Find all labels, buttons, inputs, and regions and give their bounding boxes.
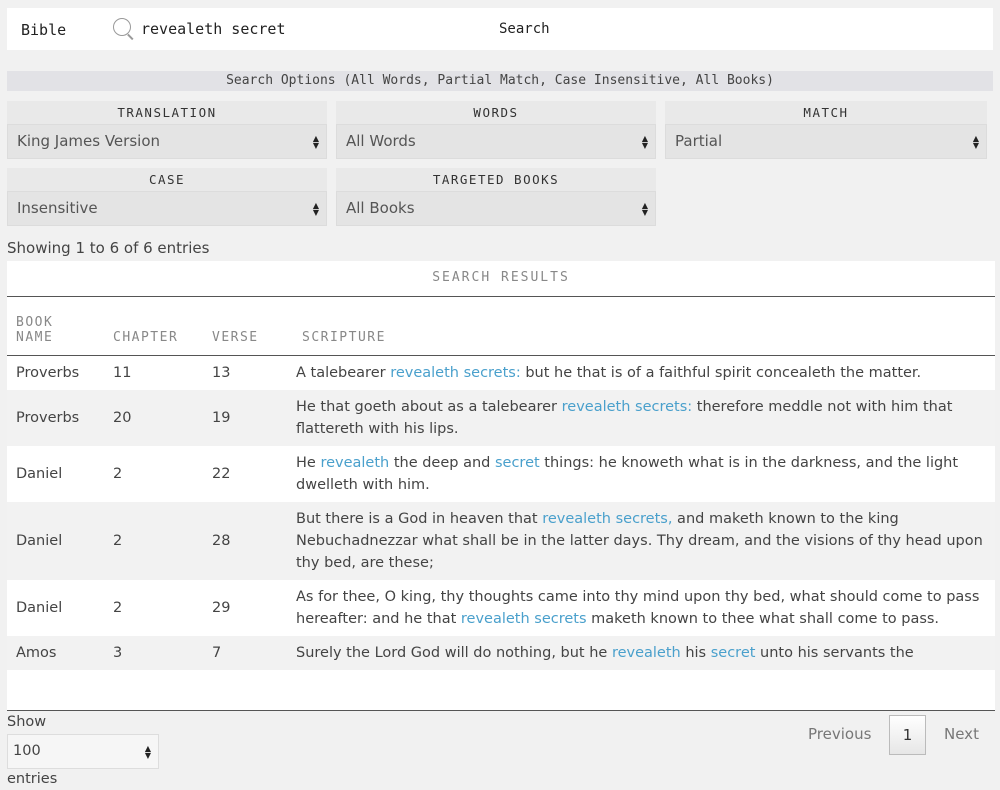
scripture-text: his: [680, 644, 711, 661]
book-cell: Proverbs: [16, 364, 80, 381]
book-cell: Daniel: [16, 599, 63, 616]
verse-cell: 22: [212, 465, 231, 482]
chapter-cell: 11: [113, 364, 132, 381]
page-length-value: 100: [13, 743, 41, 759]
table-row: Daniel 2 29 As for thee, O king, thy though…: [7, 580, 995, 636]
targeted-books-value: All Books: [346, 199, 415, 217]
chapter-cell: 2: [113, 599, 123, 616]
match-select[interactable]: Partial ▲ ▼: [665, 124, 987, 159]
match-label: MATCH: [803, 105, 849, 120]
words-value: All Words: [346, 132, 416, 150]
highlighted-match-link[interactable]: revealeth: [612, 645, 681, 661]
table-row: Proverbs 11 13 A talebearer revealeth secre…: [7, 355, 995, 390]
verse-cell: 29: [212, 599, 231, 616]
select-arrows-icon: ▲ ▼: [312, 134, 319, 150]
translation-value: King James Version: [17, 132, 160, 150]
scripture-text: He that goeth about as a talebearer: [296, 398, 562, 415]
scripture-cell: He revealeth the deep and secret things:…: [294, 446, 995, 502]
targeted-books-select[interactable]: All Books ▲ ▼: [336, 191, 656, 226]
entries-info: Showing 1 to 6 of 6 entries: [7, 239, 210, 257]
highlighted-match-link[interactable]: revealeth secrets,: [542, 511, 672, 527]
column-scripture[interactable]: SCRIPTURE: [294, 297, 995, 356]
scripture-cell: But there is a God in heaven that reveal…: [294, 501, 995, 580]
previous-page-button[interactable]: Previous: [808, 725, 871, 743]
translation-label: TRANSLATION: [117, 105, 217, 120]
scripture-text: maketh known to thee what shall come to …: [586, 610, 940, 627]
scripture-cell: He that goeth about as a talebearer reve…: [294, 389, 995, 446]
verse-cell: 28: [212, 501, 294, 580]
highlighted-match-link[interactable]: secret: [495, 455, 540, 471]
table-row: Daniel 2 28 But there is a God in heaven th…: [7, 501, 995, 580]
column-chapter[interactable]: CHAPTER: [113, 297, 212, 356]
highlighted-match-link[interactable]: revealeth secrets:: [390, 365, 521, 381]
table-row: Daniel 2 22 He revealeth the deep and secre…: [7, 446, 995, 502]
results-body: Proverbs 11 13 A talebearer revealeth secre…: [7, 355, 995, 670]
scripture-text: but he that is of a faithful spirit conc…: [520, 364, 922, 381]
table-row: Proverbs 20 19 He that goeth about as a tal…: [7, 389, 995, 446]
scripture-text: Surely the Lord God will do nothing, but…: [296, 644, 612, 661]
case-select[interactable]: Insensitive ▲ ▼: [7, 191, 327, 226]
highlighted-match-link[interactable]: revealeth secrets:: [562, 399, 693, 415]
search-button[interactable]: Search: [499, 21, 550, 37]
chapter-cell: 20: [113, 389, 212, 446]
scripture-text: the deep and: [389, 454, 495, 471]
search-icon: [113, 18, 131, 36]
highlighted-match-link[interactable]: revealeth secrets: [461, 611, 587, 627]
match-option: MATCH Partial ▲ ▼: [665, 101, 987, 159]
results-table: BOOK NAME CHAPTER VERSE SCRIPTURE Prover…: [7, 297, 995, 670]
table-bottom-divider: [7, 710, 995, 711]
column-verse[interactable]: VERSE: [212, 297, 294, 356]
scripture-cell: A talebearer revealeth secrets: but he t…: [294, 355, 995, 390]
show-label: Show: [7, 714, 47, 730]
table-row: Amos 3 7 Surely the Lord God will do nothin…: [7, 635, 995, 670]
highlighted-match-link[interactable]: secret: [711, 645, 756, 661]
book-cell: Daniel: [7, 501, 113, 580]
scripture-text: But there is a God in heaven that: [296, 510, 543, 527]
words-label: WORDS: [473, 105, 519, 120]
scripture-text: A talebearer: [296, 364, 391, 381]
table-header-row: BOOK NAME CHAPTER VERSE SCRIPTURE: [7, 297, 995, 356]
select-arrows-icon: ▲ ▼: [312, 201, 319, 217]
translation-option: TRANSLATION King James Version ▲ ▼: [7, 101, 327, 159]
translation-select[interactable]: King James Version ▲ ▼: [7, 124, 327, 159]
scripture-cell: Surely the Lord God will do nothing, but…: [294, 635, 995, 670]
search-results-panel: SEARCH RESULTS BOOK NAME CHAPTER VERSE S…: [7, 261, 995, 711]
match-value: Partial: [675, 132, 723, 150]
scripture-cell: As for thee, O king, thy thoughts came i…: [294, 580, 995, 636]
select-arrows-icon: ▲ ▼: [144, 744, 151, 760]
case-value: Insensitive: [17, 199, 98, 217]
select-arrows-icon: ▲ ▼: [972, 134, 979, 150]
chapter-cell: 3: [113, 635, 212, 670]
words-option: WORDS All Words ▲ ▼: [336, 101, 656, 159]
page-length-select[interactable]: 100 ▲ ▼: [7, 734, 159, 769]
scripture-text: unto his servants the: [755, 644, 914, 661]
case-label: CASE: [148, 172, 186, 187]
words-select[interactable]: All Words ▲ ▼: [336, 124, 656, 159]
book-cell: Daniel: [16, 465, 63, 482]
results-title: SEARCH RESULTS: [7, 261, 995, 297]
page-1-button[interactable]: 1: [889, 715, 926, 755]
book-cell: Amos: [7, 635, 113, 670]
column-book-name[interactable]: BOOK NAME: [7, 297, 113, 356]
chapter-cell: 2: [113, 501, 212, 580]
brand-link[interactable]: Bible: [21, 21, 66, 39]
next-page-button[interactable]: Next: [944, 725, 979, 743]
search-input[interactable]: [141, 17, 481, 41]
top-search-bar: Bible Search: [7, 8, 993, 50]
scripture-text: He: [296, 454, 321, 471]
verse-cell: 19: [212, 389, 294, 446]
case-option: CASE Insensitive ▲ ▼: [7, 168, 327, 226]
entries-label: entries: [7, 771, 58, 787]
verse-cell: 7: [212, 635, 294, 670]
select-arrows-icon: ▲ ▼: [641, 201, 648, 217]
targeted-books-label: TARGETED BOOKS: [432, 172, 560, 187]
targeted-books-option: TARGETED BOOKS All Books ▲ ▼: [336, 168, 656, 226]
search-options-toggle[interactable]: Search Options (All Words, Partial Match…: [7, 71, 993, 91]
chapter-cell: 2: [113, 465, 123, 482]
select-arrows-icon: ▲ ▼: [641, 134, 648, 150]
book-cell: Proverbs: [7, 389, 113, 446]
verse-cell: 13: [212, 364, 231, 381]
highlighted-match-link[interactable]: revealeth: [320, 455, 389, 471]
